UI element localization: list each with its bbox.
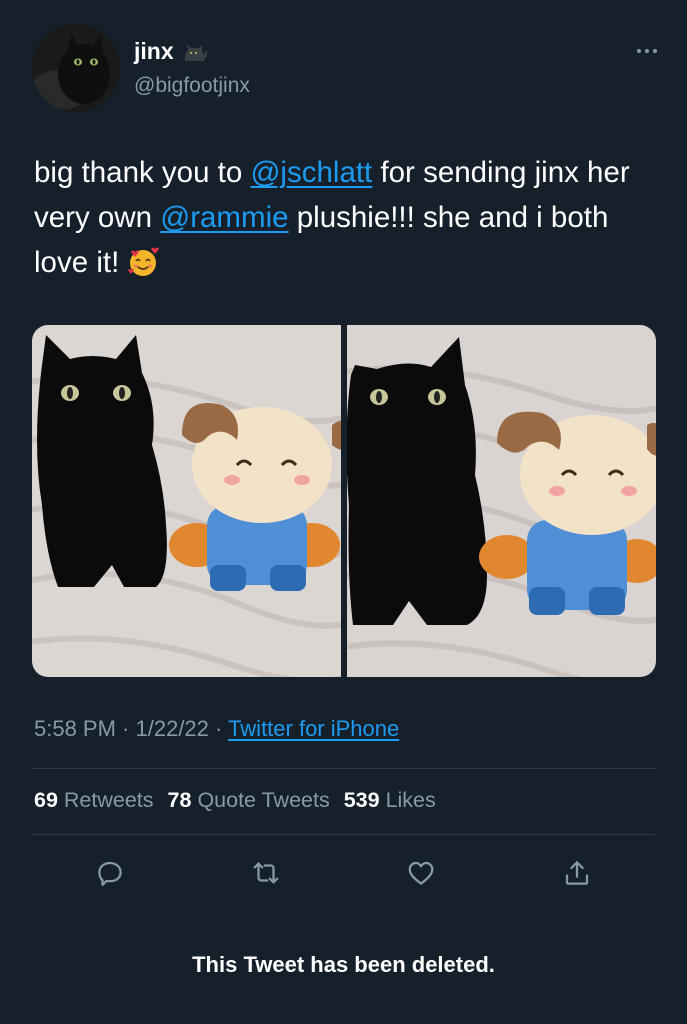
mention-link-jschlatt[interactable]: @jschlatt — [250, 156, 372, 189]
divider — [32, 768, 655, 769]
meta-separator: · — [115, 716, 136, 741]
tweet-actions — [70, 850, 617, 896]
share-icon[interactable] — [537, 850, 617, 896]
divider — [32, 834, 655, 835]
tweet-text-part: big thank you to — [34, 156, 251, 189]
tweet-date[interactable]: 1/22/22 — [136, 716, 209, 741]
tweet-stats: 69 Retweets 78 Quote Tweets 539 Likes — [34, 788, 436, 813]
display-name[interactable]: jinx — [134, 38, 174, 65]
media-grid — [32, 325, 656, 677]
reply-icon[interactable] — [70, 850, 150, 896]
meta-separator: · — [208, 716, 229, 741]
tweet-time[interactable]: 5:58 PM — [34, 716, 116, 741]
tweet-photo-2[interactable] — [347, 325, 656, 677]
handle[interactable]: @bigfootjinx — [134, 74, 250, 98]
retweets-stat[interactable]: 69 Retweets — [34, 788, 154, 813]
more-options-icon[interactable] — [631, 46, 657, 56]
tweet-text: big thank you to @jschlatt for sending j… — [34, 150, 654, 285]
tweet-meta: 5:58 PM · 1/22/22 · Twitter for iPhone — [34, 716, 399, 742]
deleted-notice: This Tweet has been deleted. — [192, 952, 495, 977]
black-cat-emoji-icon — [184, 43, 207, 61]
retweet-icon[interactable] — [226, 850, 306, 896]
mention-link-rammie[interactable]: @rammie — [160, 201, 288, 234]
tweet-source-link[interactable]: Twitter for iPhone — [228, 716, 399, 741]
quote-tweets-stat[interactable]: 78 Quote Tweets — [168, 788, 330, 813]
name-row: jinx — [134, 38, 208, 65]
like-icon[interactable] — [381, 850, 461, 896]
tweet-page: jinx @bigfootjinx big thank you to @jsch… — [0, 0, 687, 1024]
tweet-header: jinx @bigfootjinx — [32, 24, 657, 116]
tweet-photo-1[interactable] — [32, 325, 341, 677]
likes-stat[interactable]: 539 Likes — [344, 788, 436, 813]
smiling-face-with-hearts-icon — [128, 247, 160, 276]
avatar[interactable] — [32, 24, 120, 112]
